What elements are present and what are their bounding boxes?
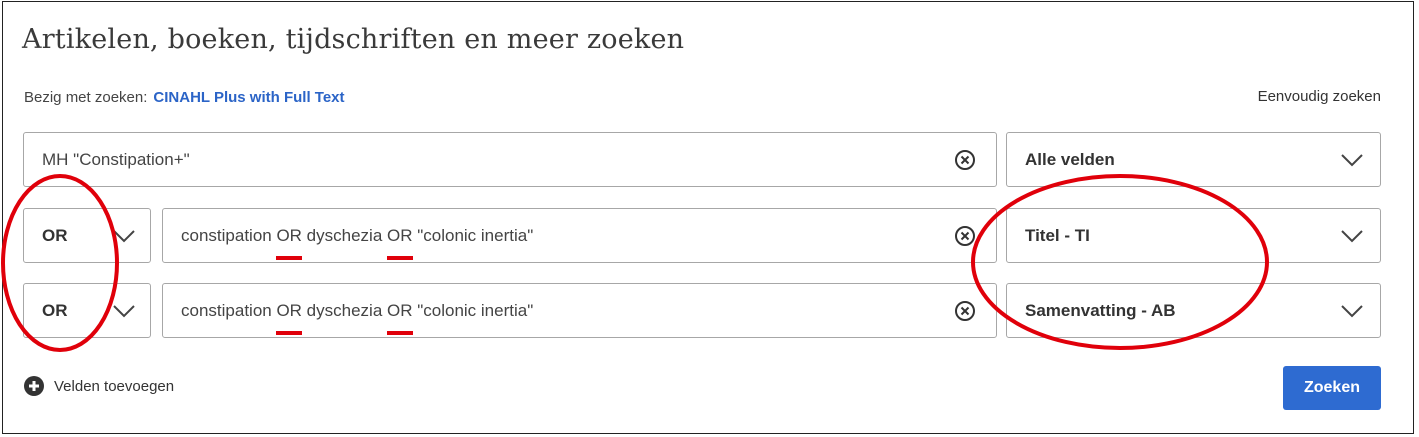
query-text: dyschezia: [301, 300, 387, 320]
query-text: "colonic inertia": [412, 225, 534, 245]
search-input-2[interactable]: constipation OR dyschezia OR "colonic in…: [162, 208, 997, 263]
database-link[interactable]: CINAHL Plus with Full Text: [153, 89, 344, 106]
chevron-down-icon: [1341, 229, 1363, 242]
search-input-3[interactable]: constipation OR dyschezia OR "colonic in…: [162, 283, 997, 338]
add-fields-button[interactable]: Velden toevoegen: [24, 376, 174, 396]
field-select-1-value: Alle velden: [1025, 149, 1115, 169]
search-input-1-value: MH "Constipation+": [42, 149, 190, 169]
page-title: Artikelen, boeken, tijdschriften en meer…: [22, 24, 685, 55]
field-select-2[interactable]: Titel - TI: [1006, 208, 1381, 263]
query-text: constipation: [181, 300, 277, 320]
clear-icon[interactable]: [954, 149, 976, 171]
searching-line: Bezig met zoeken: CINAHL Plus with Full T…: [24, 89, 345, 106]
searching-label: Bezig met zoeken:: [24, 89, 148, 106]
query-operator: OR: [276, 300, 302, 335]
operator-select-3[interactable]: OR: [23, 283, 151, 338]
query-text: dyschezia: [301, 225, 387, 245]
field-select-2-value: Titel - TI: [1025, 225, 1090, 245]
search-input-1[interactable]: MH "Constipation+": [23, 132, 997, 187]
search-button[interactable]: Zoeken: [1283, 366, 1381, 410]
chevron-down-icon: [1341, 153, 1363, 166]
field-select-3-value: Samenvatting - AB: [1025, 300, 1176, 320]
chevron-down-icon: [1341, 304, 1363, 317]
chevron-down-icon: [113, 304, 135, 317]
chevron-down-icon: [113, 229, 135, 242]
plus-circle-icon: [24, 376, 44, 396]
operator-select-2-value: OR: [42, 225, 68, 245]
clear-icon[interactable]: [954, 300, 976, 322]
add-fields-label: Velden toevoegen: [54, 377, 175, 395]
query-text: "colonic inertia": [412, 300, 534, 320]
query-text: constipation: [181, 225, 277, 245]
operator-select-3-value: OR: [42, 300, 68, 320]
search-input-2-value: constipation OR dyschezia OR "colonic in…: [181, 225, 534, 260]
clear-icon[interactable]: [954, 225, 976, 247]
field-select-1[interactable]: Alle velden: [1006, 132, 1381, 187]
query-operator: OR: [387, 225, 413, 260]
query-operator: OR: [387, 300, 413, 335]
simple-search-link[interactable]: Eenvoudig zoeken: [1258, 88, 1381, 105]
field-select-3[interactable]: Samenvatting - AB: [1006, 283, 1381, 338]
search-input-3-value: constipation OR dyschezia OR "colonic in…: [181, 300, 534, 335]
query-operator: OR: [276, 225, 302, 260]
operator-select-2[interactable]: OR: [23, 208, 151, 263]
